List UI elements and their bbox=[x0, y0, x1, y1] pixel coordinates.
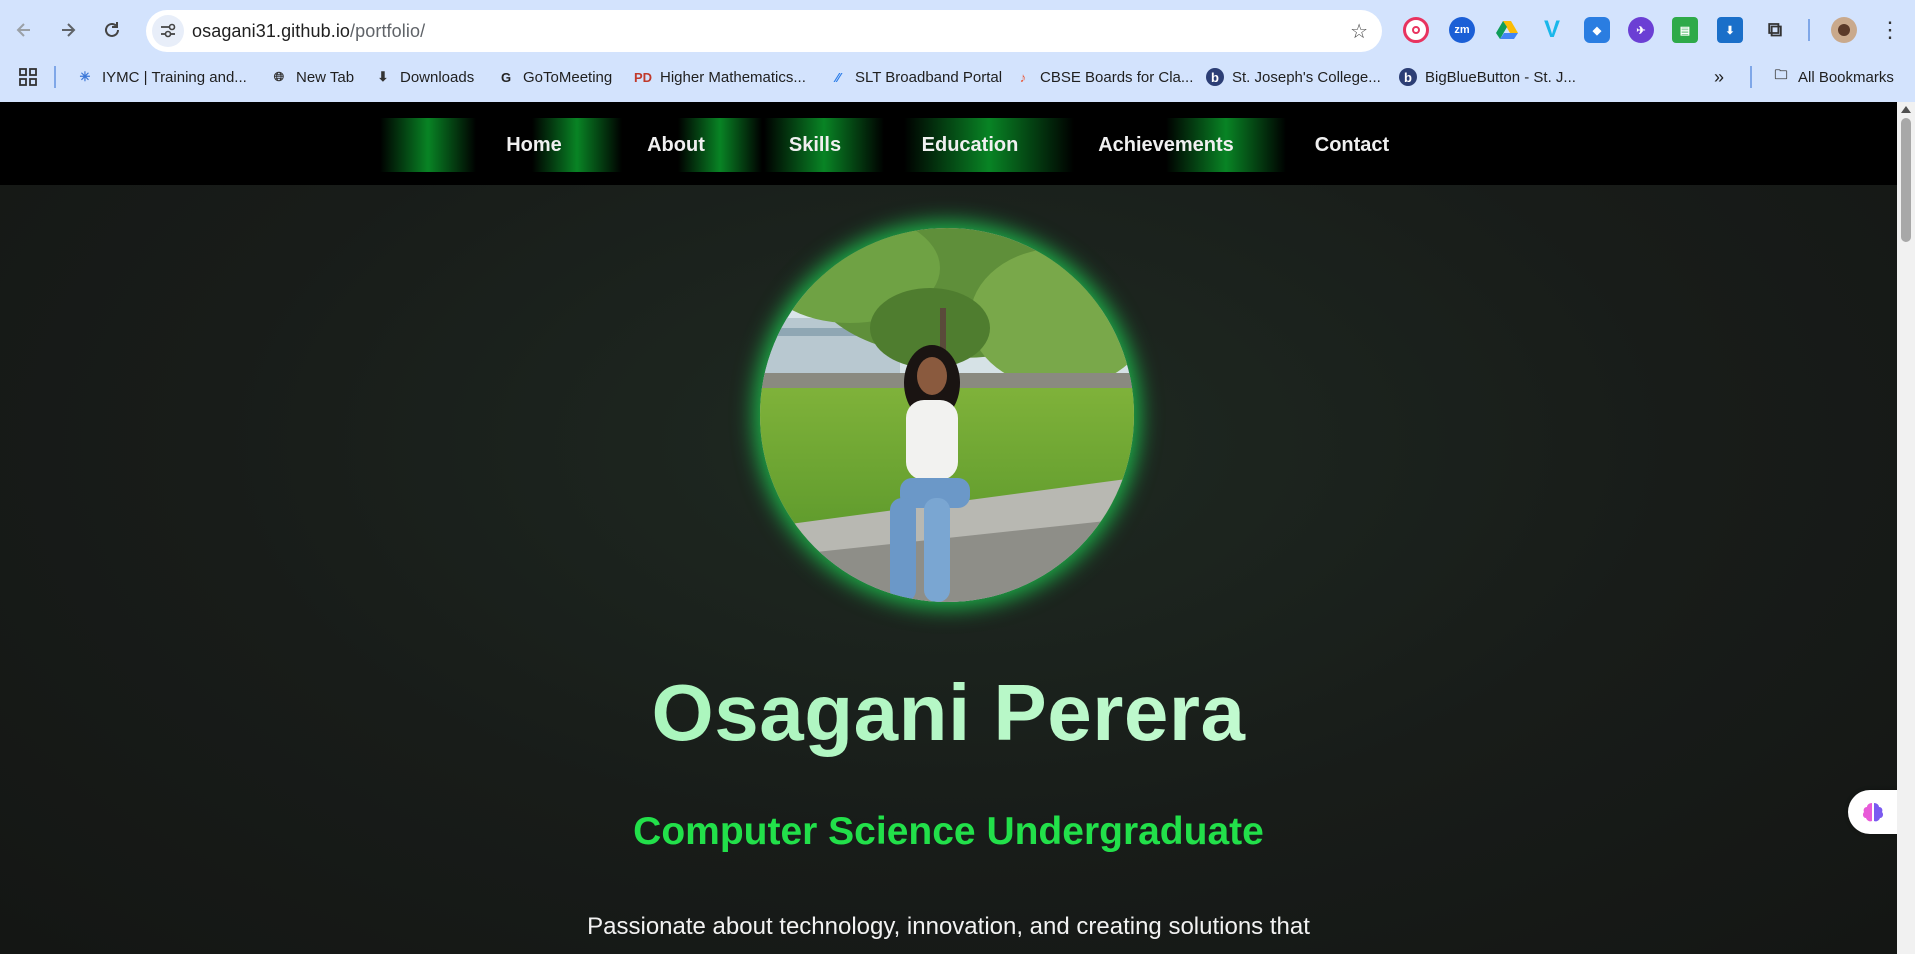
bookmark-label: SLT Broadband Portal bbox=[855, 68, 1003, 86]
all-bookmarks-folder[interactable]: 🗀 All Bookmarks bbox=[1772, 62, 1894, 92]
forward-button[interactable] bbox=[50, 12, 86, 48]
bigbluebutton-icon: b bbox=[1399, 68, 1417, 86]
bookmark-item[interactable]: 🌐︎ New Tab bbox=[270, 62, 354, 92]
bookmark-item[interactable]: ⁄⁄ SLT Broadband Portal bbox=[829, 62, 1002, 92]
download-icon: ⬇ bbox=[377, 69, 389, 84]
drive-extension-icon[interactable] bbox=[1494, 17, 1520, 43]
bookmark-label: St. Joseph's College... bbox=[1232, 68, 1381, 86]
nav-link-achievements[interactable]: Achievements bbox=[1090, 118, 1242, 172]
sheet-extension-icon[interactable]: ▤ bbox=[1672, 17, 1698, 43]
bookmark-item[interactable]: b St. Joseph's College... bbox=[1206, 62, 1381, 92]
nav-glow bbox=[380, 118, 476, 172]
scroll-thumb[interactable] bbox=[1901, 118, 1911, 242]
bookmark-label: GoToMeeting bbox=[523, 68, 613, 86]
bookmark-label: IYMC | Training and... bbox=[102, 68, 247, 86]
hero-intro: Passionate about technology, innovation,… bbox=[587, 913, 1310, 940]
nav-link-contact[interactable]: Contact bbox=[1302, 118, 1402, 172]
bookmark-item[interactable]: ✳ IYMC | Training and... bbox=[76, 62, 247, 92]
cbse-icon: ♪ bbox=[1019, 69, 1027, 85]
menu-kebab-icon[interactable]: ⋮ bbox=[1872, 12, 1908, 48]
bookmarks-divider bbox=[1750, 66, 1752, 88]
bookmark-item[interactable]: G GoToMeeting bbox=[497, 62, 612, 92]
reload-button[interactable] bbox=[94, 12, 130, 48]
iymc-icon: ✳ bbox=[79, 69, 91, 84]
profile-photo bbox=[760, 228, 1134, 602]
nav-link-about[interactable]: About bbox=[632, 118, 720, 172]
layers-extension-icon[interactable]: ◆ bbox=[1584, 17, 1610, 43]
bookmarks-divider bbox=[54, 66, 56, 88]
address-bar[interactable]: osagani31.github.io/portfolio/ ☆ bbox=[146, 10, 1382, 52]
hero-name: Osagani Perera bbox=[0, 667, 1897, 759]
more-bookmarks-chevron-icon[interactable]: » bbox=[1714, 62, 1724, 92]
bookmark-item[interactable]: b BigBlueButton - St. J... bbox=[1399, 62, 1576, 92]
bookmark-item[interactable]: ♪ CBSE Boards for Cla... bbox=[1014, 62, 1194, 92]
back-button[interactable] bbox=[6, 12, 42, 48]
bookmark-label: CBSE Boards for Cla... bbox=[1040, 68, 1194, 86]
bookmark-item[interactable]: PD Higher Mathematics... bbox=[634, 62, 806, 92]
slt-icon: ⁄⁄ bbox=[835, 69, 841, 85]
folder-icon: 🗀 bbox=[1774, 67, 1788, 82]
gotomeeting-icon: G bbox=[500, 69, 512, 85]
browser-toolbar: osagani31.github.io/portfolio/ ☆ zm V ◆ … bbox=[0, 0, 1915, 62]
portfolio-page: Home About Skills Education Achievements… bbox=[0, 102, 1897, 954]
target-extension-icon[interactable] bbox=[1403, 17, 1429, 43]
site-info-icon[interactable] bbox=[152, 15, 184, 47]
url-text: osagani31.github.io/portfolio/ bbox=[192, 21, 425, 42]
bookmark-label: BigBlueButton - St. J... bbox=[1425, 68, 1576, 86]
brain-icon bbox=[1862, 803, 1884, 822]
rocket-extension-icon[interactable]: ✈ bbox=[1628, 17, 1654, 43]
all-bookmarks-label: All Bookmarks bbox=[1798, 68, 1894, 86]
zoom-extension-icon[interactable]: zm bbox=[1449, 17, 1475, 43]
download-extension-icon[interactable]: ⬇ bbox=[1717, 17, 1743, 43]
url-host: osagani31.github.io bbox=[192, 21, 351, 41]
profile-avatar[interactable] bbox=[1831, 17, 1857, 43]
bookmark-star-icon[interactable]: ☆ bbox=[1350, 19, 1368, 44]
hero-subtitle: Computer Science Undergraduate bbox=[633, 810, 1264, 853]
nav-link-home[interactable]: Home bbox=[490, 118, 578, 172]
vimeo-extension-icon[interactable]: V bbox=[1539, 16, 1565, 43]
apps-grid-icon[interactable] bbox=[18, 62, 38, 92]
bookmark-label: New Tab bbox=[296, 68, 355, 86]
bookmark-label: Higher Mathematics... bbox=[660, 68, 806, 86]
pd-icon: PD bbox=[633, 69, 653, 85]
forward-arrow-icon bbox=[62, 23, 76, 37]
brain-extension-button[interactable] bbox=[1848, 790, 1897, 834]
back-arrow-icon bbox=[16, 23, 30, 37]
nav-link-skills[interactable]: Skills bbox=[770, 118, 860, 172]
bookmark-item[interactable]: ⬇ Downloads bbox=[374, 62, 475, 92]
page-scrollbar[interactable] bbox=[1897, 102, 1915, 954]
globe-icon: 🌐︎ bbox=[273, 69, 285, 84]
reload-icon bbox=[105, 22, 119, 37]
nav-link-education[interactable]: Education bbox=[908, 118, 1032, 172]
bookmark-label: Downloads bbox=[400, 68, 475, 86]
toolbar-divider bbox=[1808, 19, 1810, 41]
puzzle-extensions-icon[interactable]: ⧉ bbox=[1762, 17, 1788, 43]
url-path: /portfolio/ bbox=[350, 21, 426, 41]
site-navbar: Home About Skills Education Achievements… bbox=[0, 102, 1897, 185]
bigbluebutton-icon: b bbox=[1206, 68, 1224, 86]
scroll-up-arrow-icon[interactable] bbox=[1901, 106, 1911, 113]
bookmarks-bar: ✳ IYMC | Training and... 🌐︎ New Tab ⬇ Downl… bbox=[0, 62, 1915, 102]
